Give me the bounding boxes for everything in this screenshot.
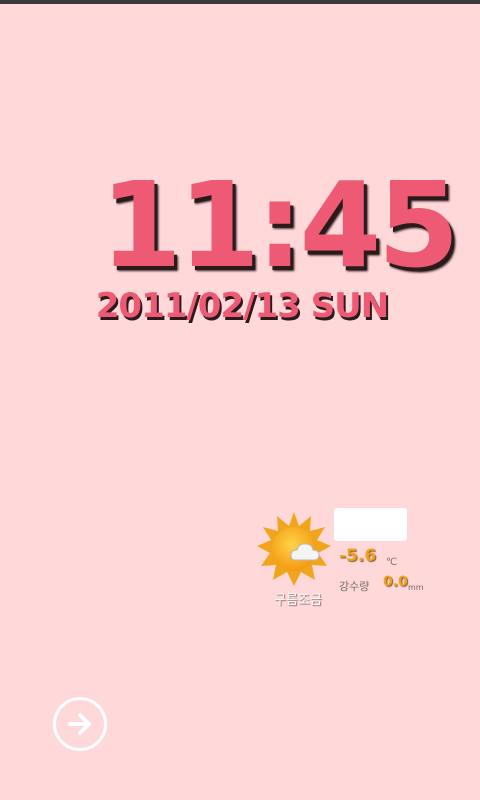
clock-date: 2011/02/13 SUN (95, 286, 389, 326)
precip-value: 0.0 (383, 574, 408, 590)
clock-time: 11:45 (100, 156, 460, 294)
temperature-value: -5.6 (339, 546, 377, 566)
arrow-right-icon (68, 713, 91, 735)
weather-condition: 구름조금 (274, 593, 322, 608)
unlock-button[interactable] (53, 697, 107, 751)
weather-widget[interactable]: 구름조금 -5.6 ℃ 강수량 0.0 mm (255, 505, 435, 610)
status-bar (0, 0, 480, 4)
temperature-unit: ℃ (386, 557, 398, 568)
location-box (334, 508, 407, 541)
precip-label: 강수량 (339, 580, 370, 593)
sun-cloud-icon (257, 512, 331, 586)
precip-unit: mm (408, 583, 424, 592)
